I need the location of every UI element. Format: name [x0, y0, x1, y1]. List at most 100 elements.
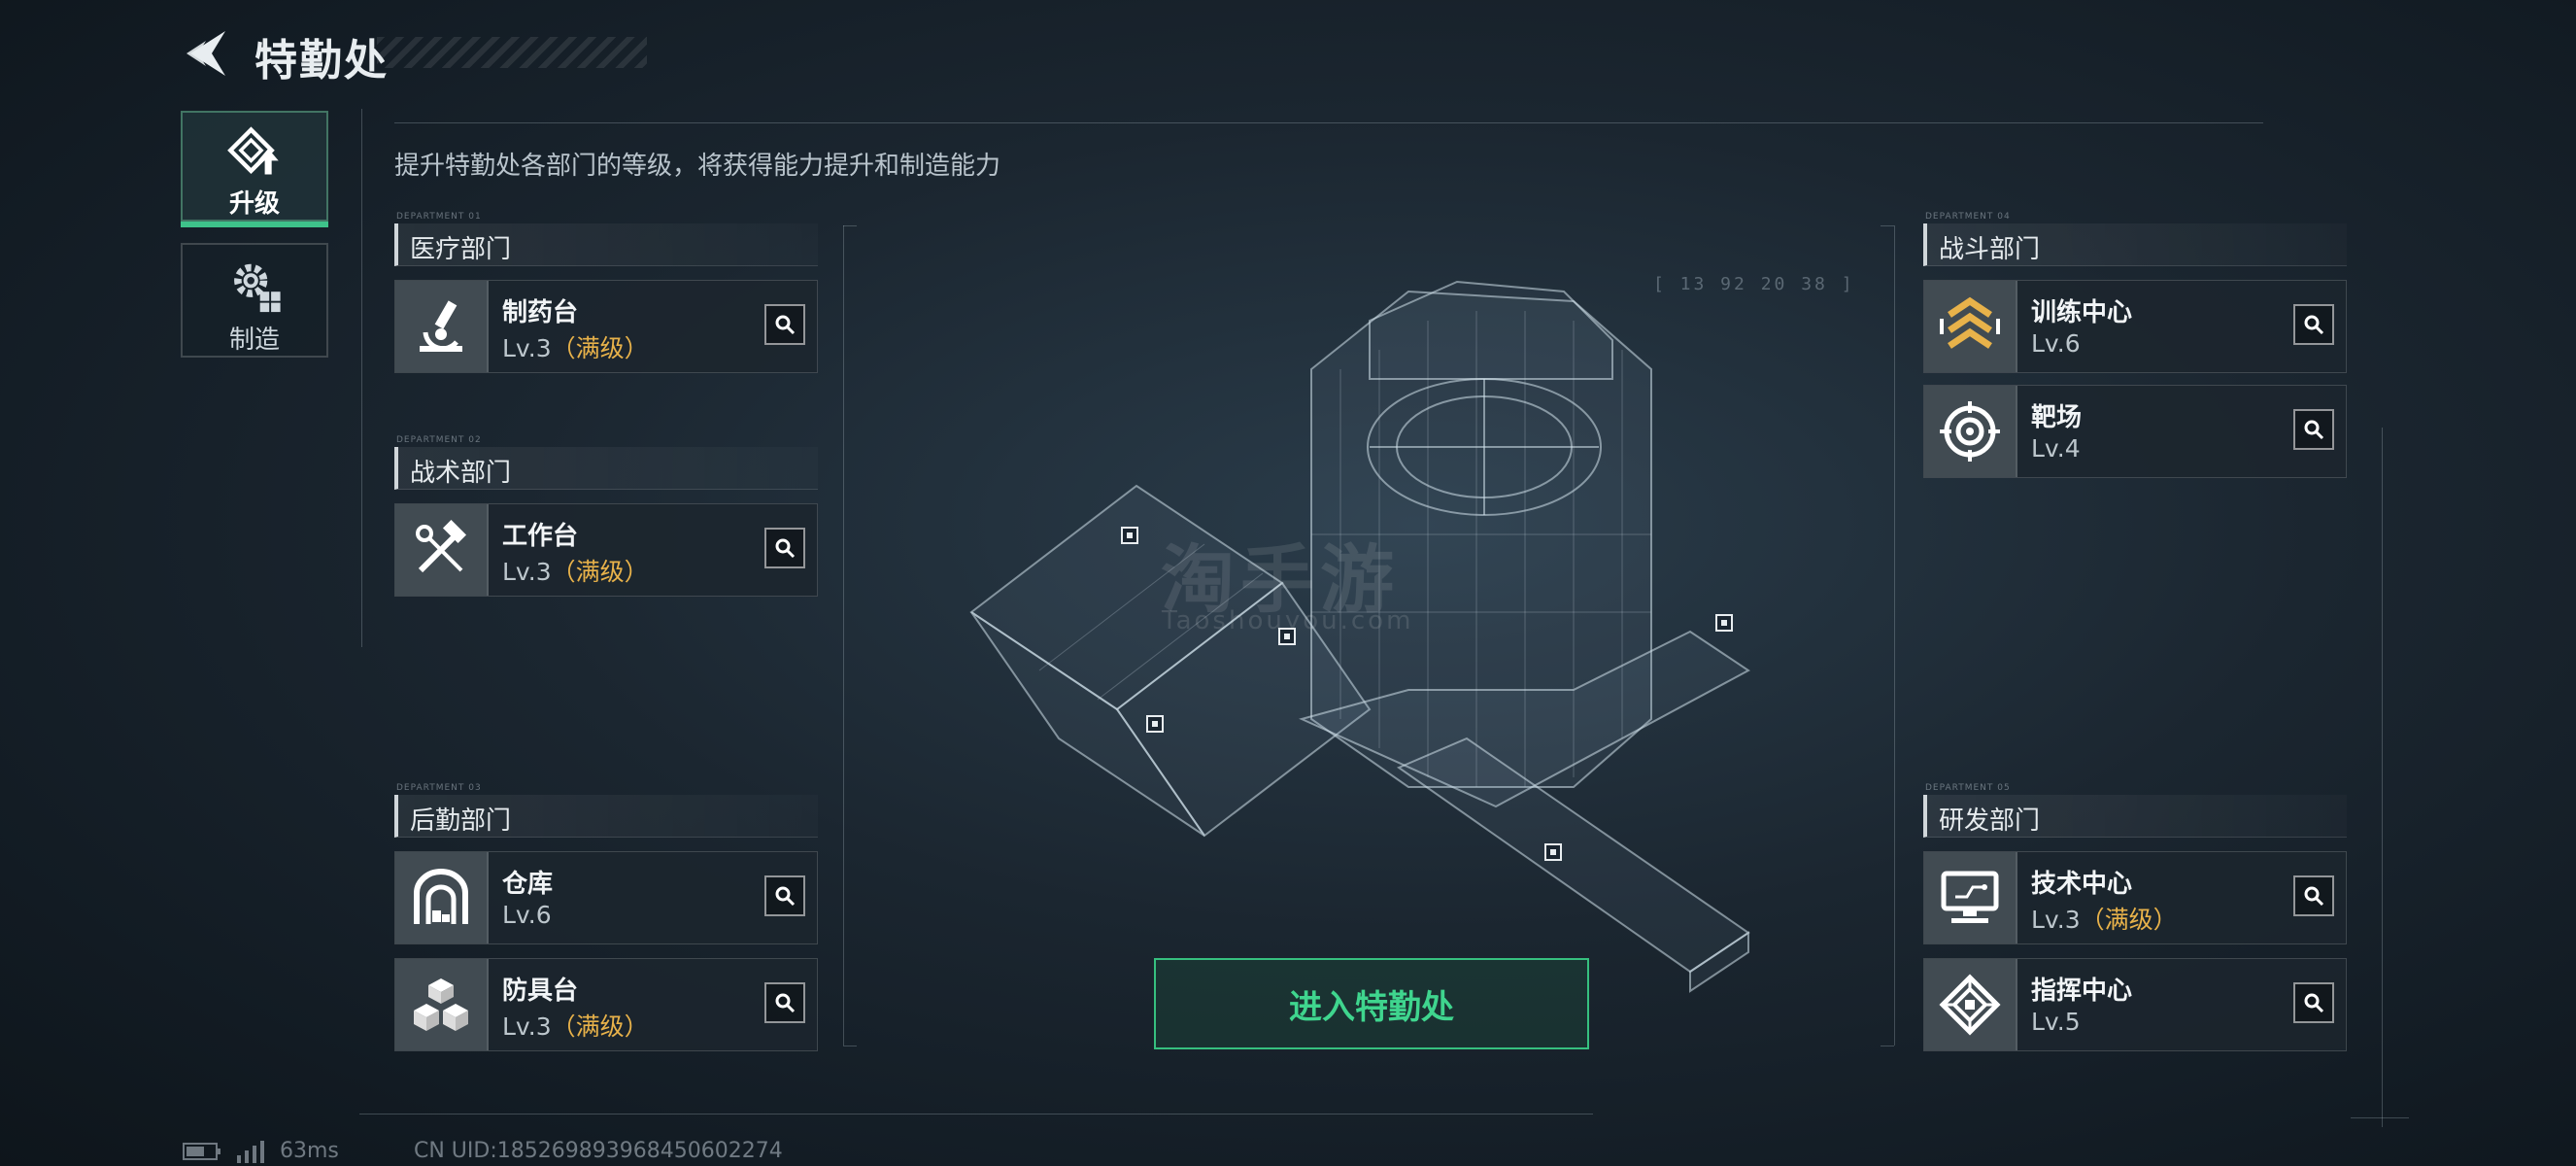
frame-line [359, 1114, 1593, 1115]
inspect-button[interactable] [2293, 982, 2334, 1023]
inspect-button[interactable] [2293, 875, 2334, 916]
facility-card-pharmacy[interactable]: 制药台 Lv.3（满级） [394, 280, 818, 373]
map-marker[interactable] [1121, 527, 1138, 544]
inspect-button[interactable] [764, 982, 805, 1023]
monitor-icon [1924, 852, 2017, 943]
search-icon [2304, 886, 2324, 907]
hud-readout: [ 13 92 20 38 ] [1653, 274, 1855, 294]
inspect-button[interactable] [2293, 409, 2334, 450]
search-icon [2304, 315, 2324, 335]
facility-level: Lv.3（满级） [502, 334, 649, 362]
department-header-combat: 战斗部门 [1923, 223, 2347, 266]
department-title: 战斗部门 [1939, 235, 2041, 264]
inspect-button[interactable] [2293, 304, 2334, 345]
facility-level: Lv.6 [502, 901, 552, 929]
search-icon [2304, 993, 2324, 1013]
signal-icon [237, 1140, 264, 1163]
facility-name: 指挥中心 [2031, 977, 2133, 1006]
max-level-badge: （满级） [551, 558, 649, 586]
tab-upgrade[interactable]: 升级 [181, 111, 328, 227]
facility-card-workbench[interactable]: 工作台 Lv.3（满级） [394, 503, 818, 597]
facility-level: Lv.5 [2031, 1008, 2081, 1036]
tools-icon [395, 504, 489, 596]
command-chip-icon [1924, 959, 2017, 1050]
ping-value: 63ms [280, 1139, 339, 1163]
inspect-button[interactable] [764, 304, 805, 345]
frame-line [2351, 1117, 2409, 1118]
status-bar: 63ms [183, 1139, 339, 1163]
center-bracket-right [1881, 225, 1894, 226]
facility-card-warehouse[interactable]: 仓库 Lv.6 [394, 851, 818, 944]
center-bracket-left [843, 225, 844, 1046]
facility-card-command-center[interactable]: 指挥中心 Lv.5 [1923, 958, 2347, 1051]
user-uid: CN UID:1852698939684506022​74 [414, 1139, 783, 1163]
max-level-badge: （满级） [551, 1012, 649, 1041]
upgrade-icon [227, 126, 279, 175]
facility-name: 仓库 [502, 870, 554, 899]
active-tab-indicator [181, 222, 328, 227]
inspect-button[interactable] [764, 528, 805, 568]
facility-name: 工作台 [502, 522, 579, 551]
facility-name: 训练中心 [2031, 298, 2133, 327]
facility-level: Lv.3（满级） [502, 558, 649, 586]
max-level-badge: （满级） [551, 334, 649, 362]
department-header-tactical: 战术部门 [394, 447, 818, 490]
department-tag: DEPARTMENT 05 [1925, 783, 2011, 793]
frame-line [394, 122, 2263, 123]
battery-icon [183, 1142, 220, 1160]
back-arrow-icon [186, 31, 225, 76]
building-wireframe [969, 280, 1750, 993]
search-icon [775, 993, 796, 1013]
facility-card-training-center[interactable]: 训练中心 Lv.6 [1923, 280, 2347, 373]
facility-level: Lv.3（满级） [502, 1012, 649, 1041]
center-bracket-right [1894, 225, 1895, 1046]
facility-level: Lv.6 [2031, 329, 2081, 358]
department-tag: DEPARTMENT 01 [396, 212, 482, 222]
facility-card-tech-center[interactable]: 技术中心 Lv.3（满级） [1923, 851, 2347, 944]
facility-name: 靶场 [2031, 403, 2083, 432]
page-title: 特勤处 [254, 36, 389, 86]
tab-craft[interactable]: 制造 [181, 243, 328, 358]
back-button[interactable] [183, 29, 227, 78]
craft-gear-icon [234, 263, 281, 313]
department-tag: DEPARTMENT 03 [396, 783, 482, 793]
warehouse-icon [395, 852, 489, 943]
department-header-logistics: 后勤部门 [394, 795, 818, 838]
department-title: 研发部门 [1939, 806, 2041, 836]
facility-level: Lv.4 [2031, 434, 2081, 463]
page-description: 提升特勤处各部门的等级，将获得能力提升和制造能力 [394, 152, 1001, 181]
facility-card-armor-bench[interactable]: 防具台 Lv.3（满级） [394, 958, 818, 1051]
microscope-icon [395, 281, 489, 372]
map-marker[interactable] [1278, 628, 1296, 645]
map-marker[interactable] [1715, 614, 1733, 632]
map-marker[interactable] [1544, 843, 1562, 861]
search-icon [775, 886, 796, 907]
facility-name: 技术中心 [2031, 870, 2133, 899]
department-header-research: 研发部门 [1923, 795, 2347, 838]
chevrons-icon [1924, 281, 2017, 372]
tab-upgrade-label: 升级 [228, 189, 280, 219]
search-icon [775, 315, 796, 335]
tab-craft-label: 制造 [228, 326, 280, 355]
facility-name: 制药台 [502, 298, 579, 327]
department-title: 战术部门 [410, 459, 512, 488]
inspect-button[interactable] [764, 875, 805, 916]
max-level-badge: （满级） [2080, 906, 2178, 934]
search-icon [775, 538, 796, 559]
department-tag: DEPARTMENT 02 [396, 435, 482, 445]
frame-line [361, 109, 362, 647]
department-title: 后勤部门 [410, 806, 512, 836]
enter-facility-button[interactable]: 进入特勤处 [1154, 958, 1589, 1049]
department-title: 医疗部门 [410, 235, 512, 264]
department-header-medical: 医疗部门 [394, 223, 818, 266]
search-icon [2304, 420, 2324, 440]
frame-line [2382, 428, 2383, 1127]
center-bracket-left [843, 225, 857, 226]
armor-cubes-icon [395, 959, 489, 1050]
facility-card-shooting-range[interactable]: 靶场 Lv.4 [1923, 385, 2347, 478]
facility-name: 防具台 [502, 977, 579, 1006]
title-decoration [377, 37, 647, 68]
facility-level: Lv.3（满级） [2031, 906, 2178, 934]
map-marker[interactable] [1146, 715, 1164, 733]
department-tag: DEPARTMENT 04 [1925, 212, 2011, 222]
